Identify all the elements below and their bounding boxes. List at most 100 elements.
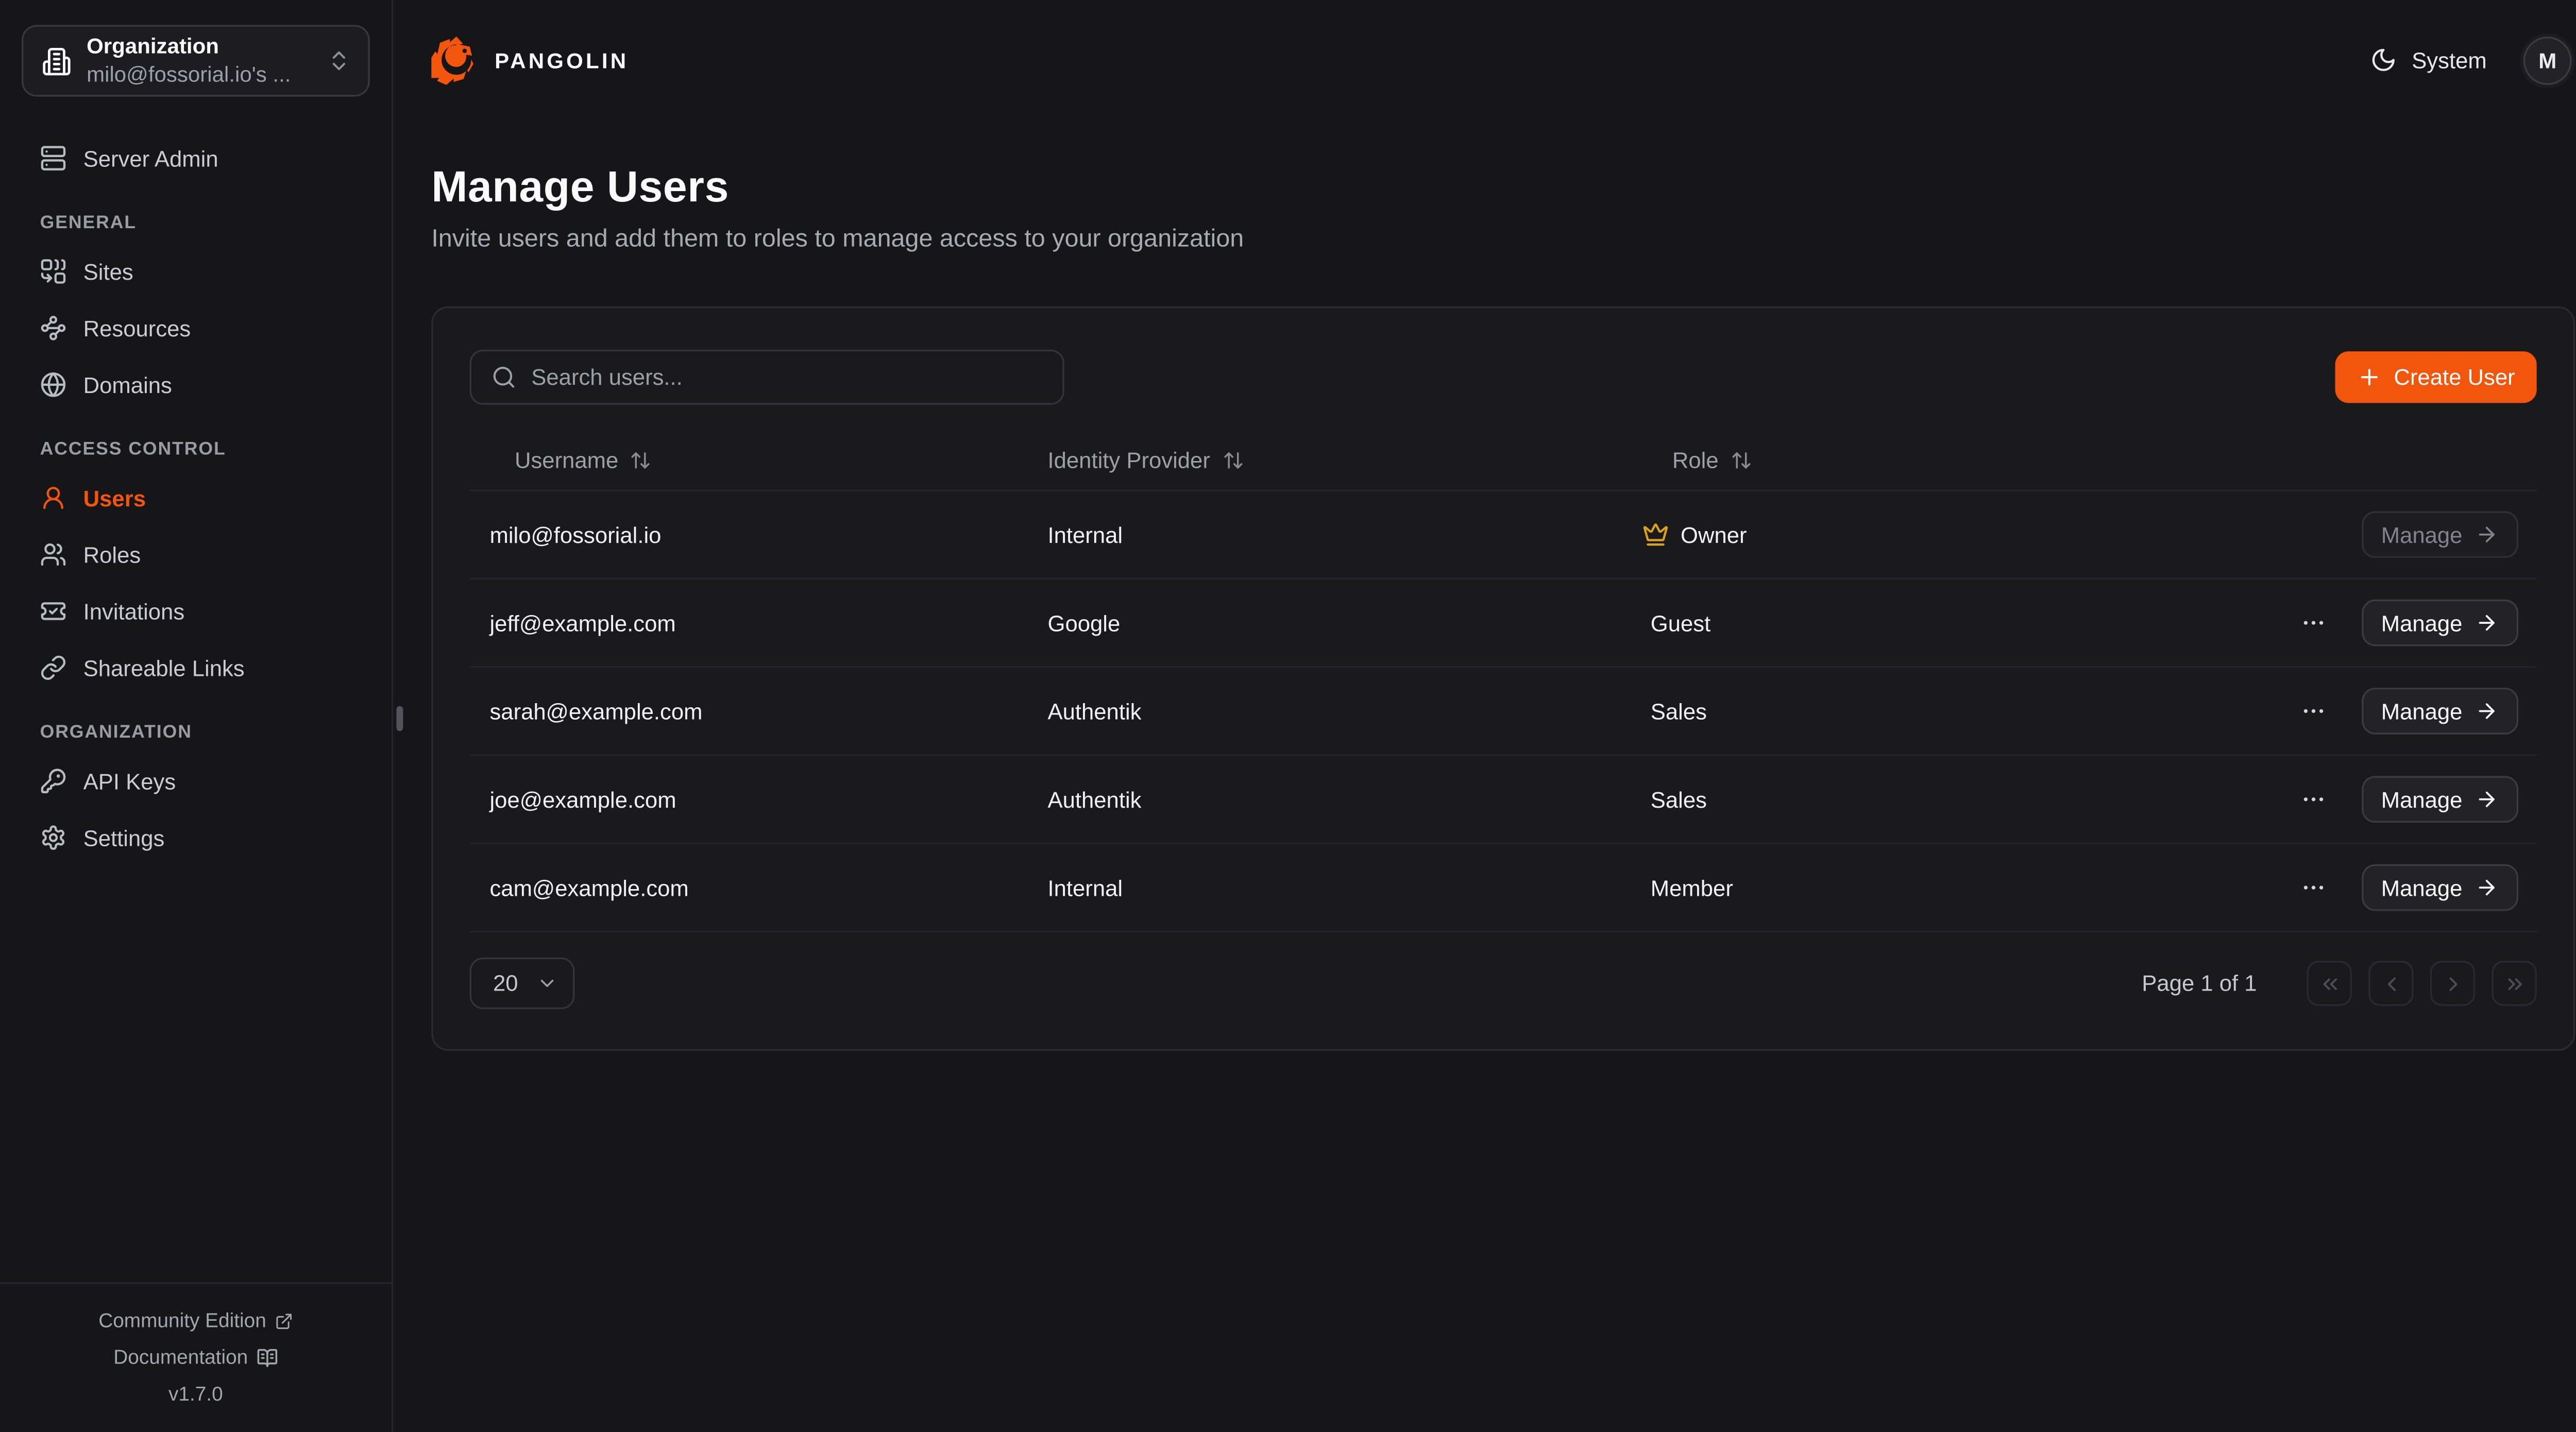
external-link-icon (275, 1311, 293, 1330)
sidebar-item-sites[interactable]: Sites (22, 246, 370, 296)
section-label-organization: ORGANIZATION (40, 723, 352, 743)
user-icon (40, 485, 67, 512)
sidebar: Organization milo@fossorial.io's ... Ser… (0, 0, 393, 1432)
community-edition-link[interactable]: Community Edition (0, 1302, 392, 1339)
sidebar-item-api-keys[interactable]: API Keys (22, 756, 370, 806)
sort-icon (630, 450, 652, 471)
search-box (470, 350, 1064, 405)
screen: Organization milo@fossorial.io's ... Ser… (0, 0, 2576, 1432)
building-icon (42, 46, 72, 76)
users-panel: Create User Username Identity Provider R… (431, 306, 2575, 1051)
cell-role: Owner (1631, 521, 2215, 548)
ticket-check-icon (40, 598, 67, 625)
key-icon (40, 768, 67, 794)
search-input[interactable] (531, 365, 1043, 389)
sidebar-item-users[interactable]: Users (22, 473, 370, 523)
section-label-general: GENERAL (40, 213, 352, 233)
next-page-button[interactable] (2430, 961, 2475, 1005)
sites-combine-icon (40, 258, 67, 285)
column-header-identity-provider[interactable]: Identity Provider (1028, 448, 1631, 473)
documentation-link[interactable]: Documentation (0, 1339, 392, 1375)
cell-identity-provider: Internal (1028, 875, 1631, 900)
column-header-username[interactable]: Username (470, 448, 1028, 473)
avatar[interactable]: M (2523, 36, 2572, 84)
cell-username: sarah@example.com (470, 698, 1028, 723)
cell-role: Sales (1631, 787, 2215, 812)
brand-name: PANGOLIN (495, 47, 629, 72)
manage-button[interactable]: Manage (2362, 512, 2518, 558)
top-bar: PANGOLIN System M (393, 0, 2576, 120)
org-selector[interactable]: Organization milo@fossorial.io's ... (22, 25, 370, 96)
table-header-row: Username Identity Provider Role (470, 431, 2537, 491)
cell-username: milo@fossorial.io (470, 522, 1028, 547)
waypoints-icon (40, 315, 67, 342)
page-size-select[interactable]: 20 (470, 958, 575, 1009)
app-window: Organization milo@fossorial.io's ... Ser… (0, 0, 2576, 1432)
section-label-access-control: ACCESS CONTROL (40, 439, 352, 459)
globe-icon (40, 371, 67, 398)
column-header-role[interactable]: Role (1631, 448, 2215, 473)
table-row: joe@example.com Authentik Sales Manage (470, 756, 2537, 844)
arrow-right-icon (2476, 611, 2499, 634)
crown-icon (1642, 521, 1669, 548)
manage-button[interactable]: Manage (2362, 864, 2518, 911)
moon-icon (2370, 47, 2397, 74)
chevrons-right-icon (2502, 971, 2526, 995)
table-row: cam@example.com Internal Member Manage (470, 844, 2537, 932)
table-row: sarah@example.com Authentik Sales Manage (470, 668, 2537, 756)
sidebar-item-roles[interactable]: Roles (22, 530, 370, 579)
cell-username: cam@example.com (470, 875, 1028, 900)
sidebar-item-shareable-links[interactable]: Shareable Links (22, 643, 370, 693)
sort-icon (1730, 450, 1752, 471)
page-subtitle: Invite users and add them to roles to ma… (431, 225, 2571, 253)
create-user-button[interactable]: Create User (2335, 351, 2536, 403)
sidebar-item-settings[interactable]: Settings (22, 813, 370, 863)
sort-icon (1222, 450, 1243, 471)
cell-role: Member (1631, 875, 2215, 900)
book-open-icon (256, 1346, 278, 1368)
previous-page-button[interactable] (2368, 961, 2413, 1005)
sidebar-item-server-admin[interactable]: Server Admin (22, 133, 370, 183)
chevron-down-icon (536, 973, 558, 994)
chevron-left-icon (2379, 971, 2402, 995)
row-actions-menu-button[interactable] (2294, 691, 2334, 731)
table-row: jeff@example.com Google Guest Manage (470, 579, 2537, 668)
chevrons-left-icon (2318, 971, 2341, 995)
sidebar-nav: Server Admin GENERAL Sites Resources Dom… (0, 133, 392, 863)
cell-username: joe@example.com (470, 787, 1028, 812)
cell-identity-provider: Google (1028, 610, 1631, 635)
sidebar-item-domains[interactable]: Domains (22, 360, 370, 410)
first-page-button[interactable] (2307, 961, 2352, 1005)
chevron-right-icon (2441, 971, 2464, 995)
manage-button[interactable]: Manage (2362, 600, 2518, 646)
theme-toggle[interactable]: System (2370, 47, 2486, 74)
pagination-status: Page 1 of 1 (2142, 971, 2257, 996)
manage-button[interactable]: Manage (2362, 688, 2518, 735)
gear-icon (40, 824, 67, 851)
manage-button[interactable]: Manage (2362, 776, 2518, 823)
row-actions-menu-button[interactable] (2294, 867, 2334, 908)
sidebar-item-invitations[interactable]: Invitations (22, 586, 370, 636)
row-actions-menu-button[interactable] (2294, 603, 2334, 643)
row-actions-menu-button[interactable] (2294, 779, 2334, 820)
cell-identity-provider: Internal (1028, 522, 1631, 547)
users-icon (40, 541, 67, 568)
org-selector-value: milo@fossorial.io's ... (87, 61, 327, 88)
sidebar-footer: Community Edition Documentation v1.7.0 (0, 1282, 392, 1432)
link-icon (40, 655, 67, 681)
chevrons-up-down-icon (327, 48, 351, 73)
table-row: milo@fossorial.io Internal Owner Manage (470, 491, 2537, 579)
pangolin-logo-icon (431, 35, 481, 85)
brand-logo[interactable]: PANGOLIN (431, 35, 629, 85)
sidebar-item-resources[interactable]: Resources (22, 303, 370, 353)
cell-role: Sales (1631, 698, 2215, 723)
cell-username: jeff@example.com (470, 610, 1028, 635)
server-icon (40, 145, 67, 172)
search-icon (492, 365, 516, 389)
plus-icon (2357, 365, 2382, 389)
org-selector-label: Organization (87, 33, 327, 61)
arrow-right-icon (2476, 788, 2499, 811)
last-page-button[interactable] (2492, 961, 2536, 1005)
cell-role: Guest (1631, 610, 2215, 635)
page-title: Manage Users (431, 162, 2571, 213)
